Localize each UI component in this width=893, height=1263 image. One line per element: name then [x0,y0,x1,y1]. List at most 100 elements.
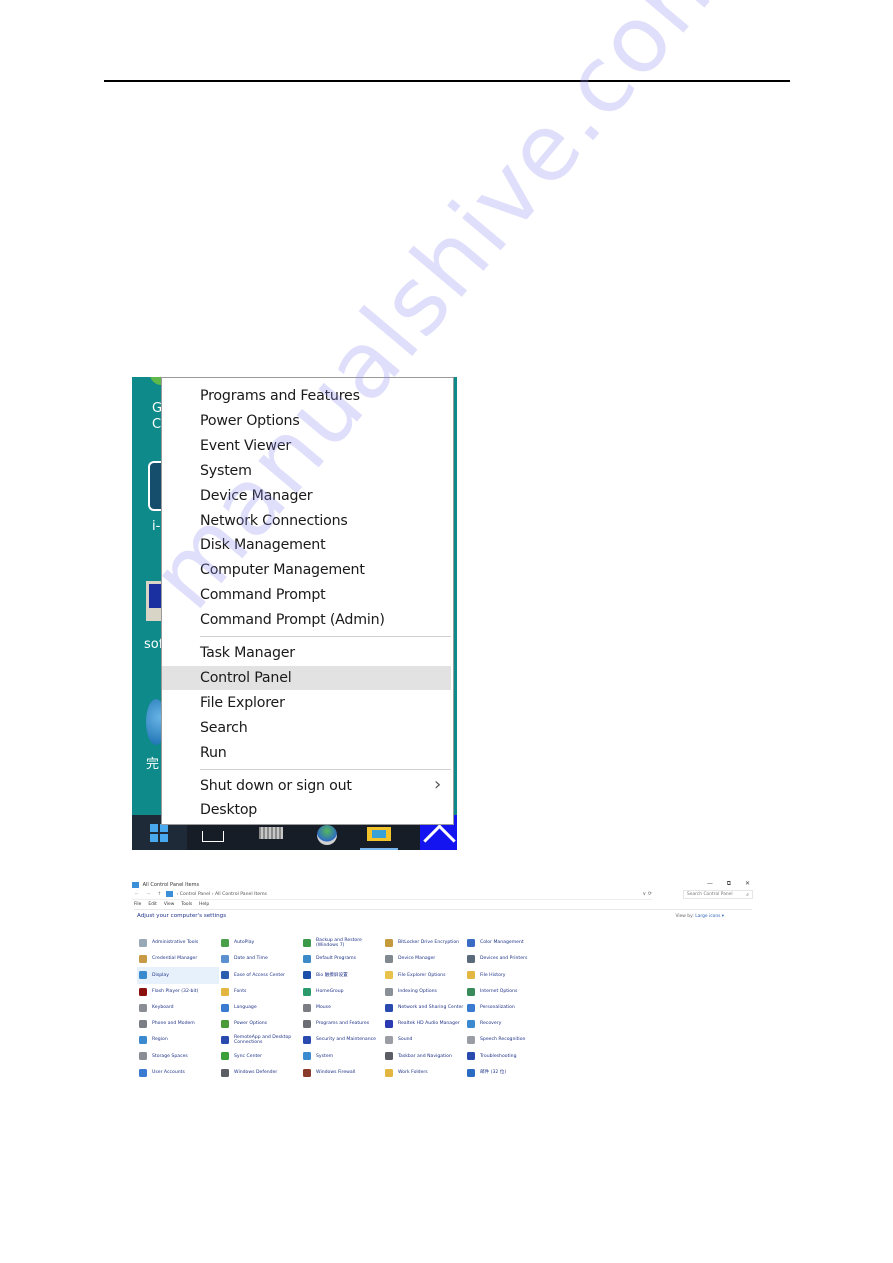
menu-item-control-panel[interactable]: Control Panel [162,665,451,690]
menu-item-event-viewer[interactable]: Event Viewer [162,434,451,458]
menu-tools[interactable]: Tools [181,902,192,907]
menu-item-device-manager[interactable]: Device Manager [162,484,451,508]
menu-item-programs-and-features[interactable]: Programs and Features [162,384,451,408]
search-icon[interactable]: ⌕ [746,891,749,899]
menu-item-task-manager[interactable]: Task Manager [162,641,451,665]
back-button[interactable]: ← [135,892,139,897]
menu-edit[interactable]: Edit [148,902,157,907]
cp-item-autoplay[interactable]: AutoPlay [219,935,301,951]
cp-item-troubleshooting[interactable]: Troubleshooting [465,1048,547,1064]
cp-item-devices-printers[interactable]: Devices and Printers [465,951,547,967]
menu-item-run[interactable]: Run [162,741,451,765]
cp-item-keyboard[interactable]: Keyboard [137,1000,219,1016]
menu-item-computer-management[interactable]: Computer Management [162,558,451,582]
cp-item-display[interactable]: Display [137,967,219,984]
menu-view[interactable]: View [164,902,174,907]
cp-item-mail[interactable]: 邮件 (32 位) [465,1065,547,1081]
cp-item-ease-of-access[interactable]: Ease of Access Center [219,967,301,983]
cp-item-fonts[interactable]: Fonts [219,984,301,1000]
refresh-button[interactable]: ⟳ [648,891,652,897]
cp-item-bio[interactable]: Bio 触摸屏设置 [301,967,383,983]
cp-item-label: File History [480,972,506,978]
menu-item-file-explorer[interactable]: File Explorer [162,691,451,715]
cp-item-region[interactable]: Region [137,1032,219,1048]
menu-item-system[interactable]: System [162,459,451,483]
cp-item-power-options[interactable]: Power Options [219,1016,301,1032]
view-by-dropdown[interactable]: Large icons ▾ [695,914,724,919]
minimize-button[interactable]: — [707,880,713,887]
menu-item-label: Event Viewer [200,437,291,454]
cp-item-recovery[interactable]: Recovery [465,1016,547,1032]
cp-item-realtek-audio[interactable]: Realtek HD Audio Manager [383,1016,465,1032]
cp-item-date-time[interactable]: Date and Time [219,951,301,967]
menu-item-disk-management[interactable]: Disk Management [162,533,451,557]
menu-item-label: Task Manager [200,645,295,661]
cp-item-color-management[interactable]: Color Management [465,935,547,951]
cp-item-security-maintenance[interactable]: Security and Maintenance [301,1032,383,1048]
chevron-right-icon: › [434,773,441,795]
address-dropdown-button[interactable]: ∨ [643,891,647,897]
cp-item-sync-center[interactable]: Sync Center [219,1048,301,1064]
cp-item-system[interactable]: System [301,1048,383,1064]
cp-item-storage-spaces[interactable]: Storage Spaces [137,1048,219,1064]
cp-item-label: Sync Center [234,1053,262,1059]
cp-item-internet-options[interactable]: Internet Options [465,984,547,1000]
up-button[interactable]: ↑ [158,892,162,897]
search-input[interactable]: Search Control Panel ⌕ [683,890,753,899]
forward-button[interactable]: → [146,892,150,897]
cp-item-label: Network and Sharing Center [398,1005,464,1011]
menu-item-command-prompt[interactable]: Command Prompt [162,583,451,607]
cp-item-admin-tools[interactable]: Administrative Tools [137,935,219,951]
address-bar[interactable]: ← → ↑ › Control Panel › All Control Pane… [132,890,652,900]
cp-item-homegroup[interactable]: HomeGroup [301,984,383,1000]
cp-item-flash-player[interactable]: Flash Player (32-bit) [137,984,219,1000]
cp-item-language[interactable]: Language [219,1000,301,1016]
cp-item-work-folders[interactable]: Work Folders [383,1065,465,1081]
cp-item-file-history[interactable]: File History [465,967,547,983]
cp-item-label: Mouse [316,1005,331,1011]
cp-item-backup[interactable]: Backup and Restore (Windows 7) [301,935,383,951]
cp-item-sound[interactable]: Sound [383,1032,465,1048]
cp-item-device-manager[interactable]: Device Manager [383,951,465,967]
breadcrumb-all-items[interactable]: All Control Panel Items [215,892,267,897]
cp-item-programs-features[interactable]: Programs and Features [301,1016,383,1032]
menu-item-desktop[interactable]: Desktop [162,798,451,822]
file-explorer-icon[interactable] [367,827,391,841]
active-app-indicator [360,848,398,850]
menu-item-power-options[interactable]: Power Options [162,409,451,433]
menu-item-network-connections[interactable]: Network Connections [162,509,451,533]
cp-item-bitlocker[interactable]: BitLocker Drive Encryption [383,935,465,951]
cp-item-phone-modem[interactable]: Phone and Modem [137,1016,219,1032]
cp-item-indexing-options[interactable]: Indexing Options [383,984,465,1000]
cp-item-mouse[interactable]: Mouse [301,1000,383,1016]
cp-item-windows-defender[interactable]: Windows Defender [219,1065,301,1081]
cp-item-network-sharing[interactable]: Network and Sharing Center [383,1000,465,1016]
cp-item-windows-firewall[interactable]: Windows Firewall [301,1065,383,1081]
cp-item-label: Windows Firewall [316,1069,356,1075]
system-icon [303,1052,311,1061]
menu-file[interactable]: File [134,902,141,907]
cp-item-label: Bio 触摸屏设置 [316,972,348,978]
menu-help[interactable]: Help [199,902,209,907]
task-view-icon[interactable] [202,831,224,842]
close-button[interactable]: ✕ [745,880,750,887]
cp-item-label: Internet Options [480,988,518,994]
menu-item-shut-down-or-sign-out[interactable]: Shut down or sign out › [162,774,451,798]
cp-item-user-accounts[interactable]: User Accounts [137,1065,219,1081]
cp-item-remoteapp[interactable]: RemoteApp and Desktop Connections [219,1032,301,1048]
cp-item-personalization[interactable]: Personalization [465,1000,547,1016]
keyboard-app-icon[interactable] [259,827,283,839]
cp-item-taskbar-navigation[interactable]: Taskbar and Navigation [383,1048,465,1064]
cp-item-credential-manager[interactable]: Credential Manager [137,951,219,967]
sound-icon [385,1036,393,1045]
cp-item-default-programs[interactable]: Default Programs [301,951,383,967]
menu-item-search[interactable]: Search [162,716,451,740]
breadcrumb-control-panel[interactable]: Control Panel [180,892,210,897]
cp-item-file-explorer-options[interactable]: File Explorer Options [383,967,465,983]
cp-item-speech-recognition[interactable]: Speech Recognition [465,1032,547,1048]
network-app-icon[interactable] [317,825,337,845]
maximize-button[interactable]: ⧉ [727,880,731,887]
flash-player-icon [139,987,147,996]
menu-item-command-prompt-admin[interactable]: Command Prompt (Admin) [162,608,451,632]
windows-logo-icon [150,824,168,842]
